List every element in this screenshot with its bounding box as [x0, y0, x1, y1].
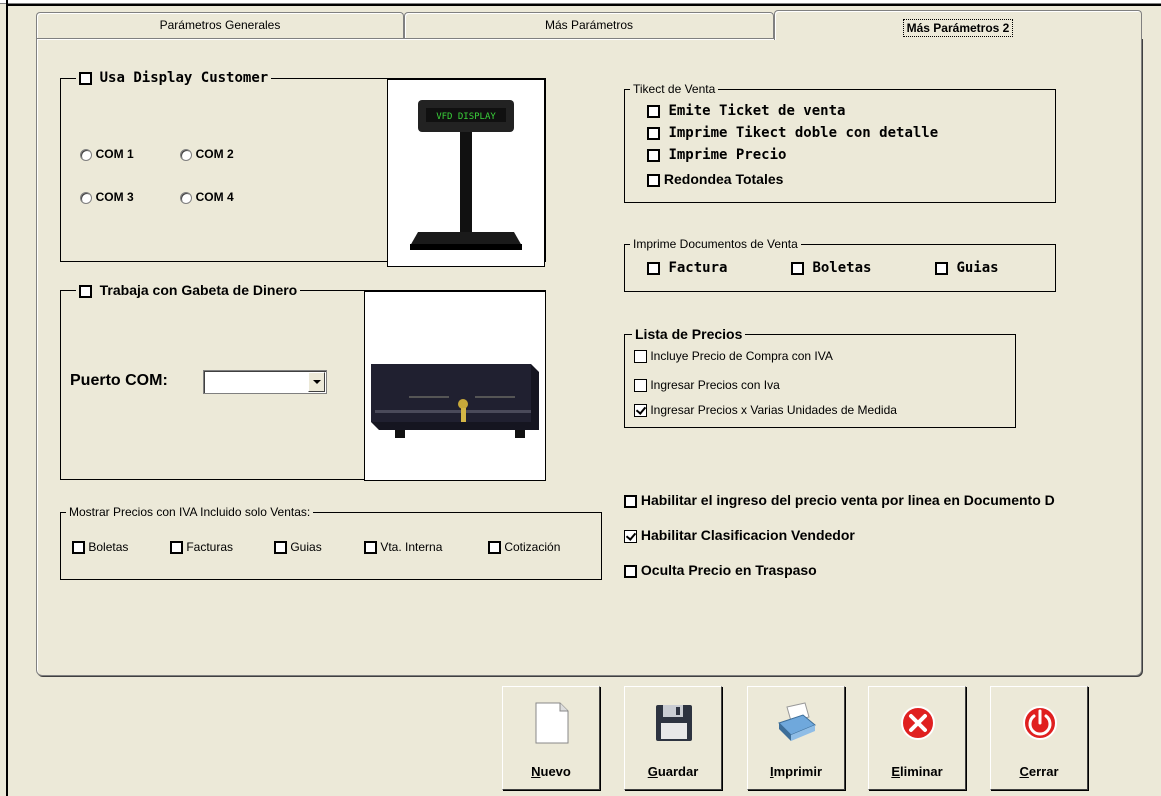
imprime-ticket-doble-option[interactable]: Imprime Tikect doble con detalle: [647, 125, 938, 141]
checkbox[interactable]: [647, 126, 660, 140]
checkbox[interactable]: [274, 541, 287, 555]
checkbox[interactable]: [624, 564, 637, 578]
checkbox[interactable]: [647, 261, 660, 275]
checkbox[interactable]: [647, 173, 660, 187]
iva-prices-legend: Mostrar Precios con IVA Incluido solo Ve…: [66, 504, 314, 520]
puerto-com-label: Puerto COM:: [70, 372, 168, 389]
doc-guias-option[interactable]: Guias: [935, 260, 999, 276]
display-customer-checkbox[interactable]: [79, 72, 92, 86]
varias-unidades-option[interactable]: Ingresar Precios x Varias Unidades de Me…: [634, 403, 897, 418]
ticket-venta-legend: Tikect de Venta: [630, 81, 719, 97]
oculta-precio-traspaso-option[interactable]: Oculta Precio en Traspaso: [624, 562, 817, 578]
nuevo-button[interactable]: Nuevo: [502, 686, 600, 790]
chevron-down-icon[interactable]: [308, 372, 325, 392]
cash-drawer-checkbox[interactable]: [79, 285, 92, 299]
iva-guias-option[interactable]: Guias: [274, 540, 322, 555]
tab-mas-parametros[interactable]: Más Parámetros: [404, 12, 774, 38]
checkbox[interactable]: [624, 494, 637, 508]
radio-icon: [80, 148, 92, 161]
com4-radio[interactable]: COM 4: [180, 189, 234, 204]
tab-mas-parametros-2[interactable]: Más Parámetros 2: [774, 10, 1142, 40]
checkbox[interactable]: [170, 541, 183, 555]
incluye-precio-compra-option[interactable]: Incluye Precio de Compra con IVA: [634, 349, 833, 364]
doc-boletas-option[interactable]: Boletas: [791, 260, 871, 276]
puerto-com-select[interactable]: [203, 370, 327, 394]
doc-factura-option[interactable]: Factura: [647, 260, 727, 276]
nuevo-label: Nuevo: [531, 764, 571, 779]
cerrar-button[interactable]: Cerrar: [990, 686, 1088, 790]
new-document-icon: [535, 702, 569, 744]
checkbox[interactable]: [488, 541, 501, 555]
checkbox[interactable]: [364, 541, 377, 555]
display-text: VFD DISPLAY: [436, 112, 496, 122]
cash-drawer-legend[interactable]: Trabaja con Gabeta de Dinero: [76, 282, 301, 299]
imprime-documentos-legend: Imprime Documentos de Venta: [630, 236, 801, 252]
com2-radio[interactable]: COM 2: [180, 146, 234, 161]
imprime-precio-option[interactable]: Imprime Precio: [647, 147, 786, 163]
window-top-border: [8, 4, 1161, 6]
window-left-border: [6, 0, 8, 796]
iva-boletas-option[interactable]: Boletas: [72, 540, 128, 555]
radio-icon: [180, 191, 192, 204]
tab-parametros-generales[interactable]: Parámetros Generales: [36, 12, 404, 38]
checkbox[interactable]: [634, 379, 647, 393]
radio-icon: [180, 148, 192, 161]
cash-drawer-image: [364, 291, 546, 481]
emite-ticket-option[interactable]: Emite Ticket de venta: [647, 103, 845, 119]
iva-cotizacion-option[interactable]: Cotización: [488, 540, 560, 555]
checkbox-checked[interactable]: [634, 404, 647, 418]
checkbox[interactable]: [791, 261, 804, 275]
radio-icon: [80, 191, 92, 204]
lista-precios-legend: Lista de Precios: [632, 326, 746, 342]
printer-icon: [778, 702, 816, 741]
checkbox-checked[interactable]: [624, 529, 637, 543]
cerrar-label: Cerrar: [1019, 764, 1059, 779]
delete-x-icon: [901, 706, 935, 740]
iva-vta-interna-option[interactable]: Vta. Interna: [364, 540, 442, 555]
guardar-button[interactable]: Guardar: [624, 686, 722, 790]
redondea-totales-option[interactable]: Redondea Totales: [647, 171, 783, 187]
imprimir-button[interactable]: Imprimir: [747, 686, 845, 790]
display-customer-legend[interactable]: Usa Display Customer: [76, 70, 272, 86]
checkbox[interactable]: [647, 148, 660, 162]
checkbox[interactable]: [634, 350, 647, 364]
power-icon: [1023, 706, 1057, 740]
floppy-disk-icon: [656, 705, 692, 741]
habilitar-ingreso-precio-option[interactable]: Habilitar el ingreso del precio venta po…: [624, 492, 1055, 508]
com1-radio[interactable]: COM 1: [80, 146, 134, 161]
checkbox[interactable]: [647, 104, 660, 118]
ingresar-precios-iva-option[interactable]: Ingresar Precios con Iva: [634, 378, 780, 393]
eliminar-label: Eliminar: [891, 764, 943, 779]
checkbox[interactable]: [935, 261, 948, 275]
checkbox[interactable]: [72, 541, 85, 555]
guardar-label: Guardar: [647, 764, 699, 779]
com3-radio[interactable]: COM 3: [80, 189, 134, 204]
iva-facturas-option[interactable]: Facturas: [170, 540, 233, 555]
habilitar-clasificacion-vendedor-option[interactable]: Habilitar Clasificacion Vendedor: [624, 527, 855, 543]
imprimir-label: Imprimir: [769, 764, 823, 779]
customer-display-image: VFD DISPLAY: [387, 79, 545, 267]
eliminar-button[interactable]: Eliminar: [868, 686, 966, 790]
